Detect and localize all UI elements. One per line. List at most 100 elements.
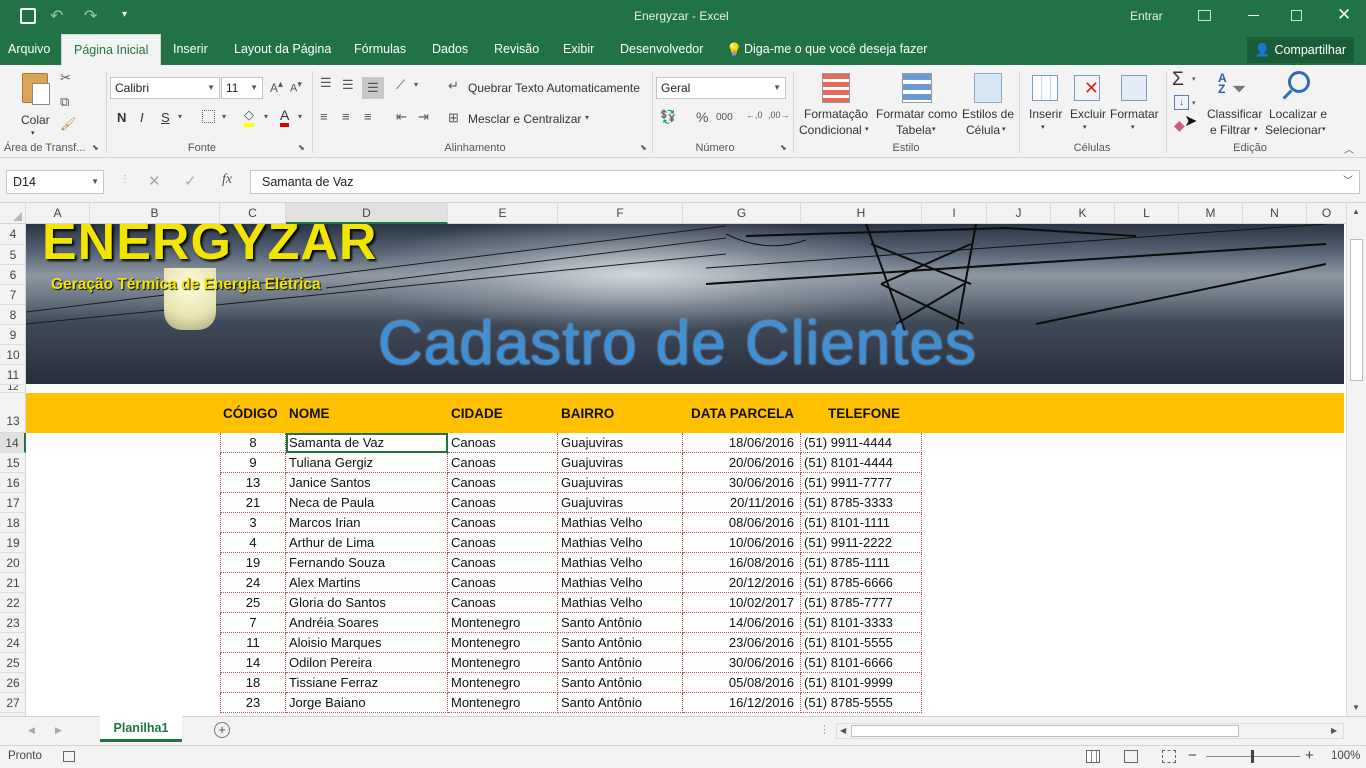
- cell-codigo[interactable]: 14: [220, 653, 286, 673]
- cell-bairro[interactable]: Santo Antônio: [558, 613, 683, 633]
- clipboard-launcher-icon[interactable]: ⬊: [92, 143, 99, 152]
- cell-cidade[interactable]: Montenegro: [448, 693, 558, 713]
- header-codigo[interactable]: CÓDIGO: [223, 406, 278, 421]
- cell-data-parcela[interactable]: 30/06/2016: [683, 473, 801, 493]
- redo-icon[interactable]: ↷: [84, 6, 97, 26]
- align-middle-icon[interactable]: ☰: [342, 77, 354, 93]
- cell-nome[interactable]: Samanta de Vaz: [286, 433, 448, 453]
- borders-dropdown-icon[interactable]: ▾: [222, 112, 226, 121]
- row-header[interactable]: 18: [0, 513, 26, 533]
- comma-style-icon[interactable]: 000: [716, 112, 733, 123]
- cell-bairro[interactable]: Mathias Velho: [558, 513, 683, 533]
- tell-me-search[interactable]: Diga-me o que você deseja fazer: [744, 34, 927, 65]
- row-header[interactable]: 12: [0, 385, 26, 393]
- row-header[interactable]: 4: [0, 224, 26, 245]
- sign-in-link[interactable]: Entrar: [1130, 9, 1163, 23]
- cell-cidade[interactable]: Canoas: [448, 573, 558, 593]
- normal-view-icon[interactable]: [1086, 750, 1100, 763]
- cell-codigo[interactable]: 9: [220, 453, 286, 473]
- format-cells-button[interactable]: Formatar ▾: [1108, 69, 1160, 139]
- cell-telefone[interactable]: (51) 8785-7777: [801, 593, 922, 613]
- increase-indent-icon[interactable]: ⇥: [418, 109, 429, 125]
- cell-bairro[interactable]: Mathias Velho: [558, 593, 683, 613]
- collapse-ribbon-icon[interactable]: ︿: [1344, 141, 1354, 156]
- row-header[interactable]: 9: [0, 325, 26, 345]
- cell-nome[interactable]: Tissiane Ferraz: [286, 673, 448, 693]
- wrap-text-icon[interactable]: ↵: [448, 78, 459, 94]
- insert-cells-button[interactable]: Inserir ▾: [1024, 69, 1066, 139]
- cell-data-parcela[interactable]: 20/06/2016: [683, 453, 801, 473]
- percent-icon[interactable]: %: [696, 109, 708, 125]
- scroll-right-icon[interactable]: ▶: [1331, 726, 1337, 735]
- cell-data-parcela[interactable]: 14/06/2016: [683, 613, 801, 633]
- row-header[interactable]: 24: [0, 633, 26, 653]
- cell-nome[interactable]: Alex Martins: [286, 573, 448, 593]
- sheet-tab-planilha1[interactable]: Planilha1: [100, 716, 182, 742]
- cell-styles-button[interactable]: Estilos de Célula ▾: [960, 69, 1016, 139]
- column-header-a[interactable]: A: [26, 203, 90, 224]
- cell-data-parcela[interactable]: 10/06/2016: [683, 533, 801, 553]
- column-header-l[interactable]: L: [1115, 203, 1179, 224]
- row-header[interactable]: 20: [0, 553, 26, 573]
- cell-codigo[interactable]: 19: [220, 553, 286, 573]
- sort-filter-button[interactable]: AZ ⏷ Classificar e Filtrar ▾: [1204, 69, 1264, 139]
- column-header-m[interactable]: M: [1179, 203, 1243, 224]
- insert-function-icon[interactable]: fx: [222, 172, 232, 188]
- cancel-icon[interactable]: ✕: [148, 172, 161, 190]
- autosum-dropdown-icon[interactable]: ▾: [1192, 75, 1196, 83]
- cell-nome[interactable]: Tuliana Gergiz: [286, 453, 448, 473]
- row-header[interactable]: 13: [0, 393, 26, 433]
- cell-telefone[interactable]: (51) 9911-7777: [801, 473, 922, 493]
- orientation-dropdown-icon[interactable]: ▾: [414, 80, 418, 89]
- row-header[interactable]: 10: [0, 345, 26, 365]
- row-header[interactable]: 11: [0, 365, 26, 385]
- cell-telefone[interactable]: (51) 8785-5555: [801, 693, 922, 713]
- decrease-indent-icon[interactable]: ⇤: [396, 109, 407, 125]
- cell-codigo[interactable]: 8: [220, 433, 286, 453]
- cell-cidade[interactable]: Canoas: [448, 513, 558, 533]
- increase-decimal-icon[interactable]: ←,0: [746, 110, 763, 120]
- shrink-font-icon[interactable]: A▾: [290, 79, 302, 95]
- tab-formulas[interactable]: Fórmulas: [354, 34, 406, 65]
- restore-icon[interactable]: [1291, 10, 1302, 21]
- underline-dropdown-icon[interactable]: ▾: [178, 112, 182, 121]
- paste-dropdown-icon[interactable]: ▾: [31, 129, 35, 137]
- cell-telefone[interactable]: (51) 8785-6666: [801, 573, 922, 593]
- align-center-icon[interactable]: ≡: [342, 109, 350, 124]
- zoom-slider-thumb[interactable]: [1251, 750, 1254, 763]
- align-left-icon[interactable]: ≡: [320, 109, 328, 124]
- row-header[interactable]: 6: [0, 265, 26, 285]
- paste-button[interactable]: Colar ▾: [18, 71, 54, 137]
- cell-codigo[interactable]: 23: [220, 693, 286, 713]
- cell-codigo[interactable]: 3: [220, 513, 286, 533]
- cell-cidade[interactable]: Canoas: [448, 433, 558, 453]
- name-box[interactable]: D14 ▼: [6, 170, 104, 194]
- underline-button[interactable]: S: [161, 110, 170, 125]
- currency-icon[interactable]: 💱: [660, 109, 676, 125]
- select-all-corner[interactable]: [0, 203, 26, 224]
- scroll-up-icon[interactable]: ▲: [1352, 207, 1360, 216]
- scroll-tabs-right-icon[interactable]: ▶: [55, 725, 62, 736]
- scroll-down-icon[interactable]: ▼: [1352, 703, 1360, 712]
- cell-data-parcela[interactable]: 08/06/2016: [683, 513, 801, 533]
- macro-record-icon[interactable]: [63, 751, 75, 762]
- zoom-out-icon[interactable]: −: [1188, 747, 1197, 764]
- cell-telefone[interactable]: (51) 8101-4444: [801, 453, 922, 473]
- cell-bairro[interactable]: Mathias Velho: [558, 553, 683, 573]
- zoom-level[interactable]: 100%: [1331, 750, 1360, 762]
- tab-data[interactable]: Dados: [432, 34, 468, 65]
- cell-data-parcela[interactable]: 30/06/2016: [683, 653, 801, 673]
- cell-nome[interactable]: Janice Santos: [286, 473, 448, 493]
- cell-telefone[interactable]: (51) 8101-1111: [801, 513, 922, 533]
- cell-bairro[interactable]: Guajuviras: [558, 433, 683, 453]
- header-telefone[interactable]: TELEFONE: [828, 406, 900, 421]
- column-header-k[interactable]: K: [1051, 203, 1115, 224]
- undo-icon[interactable]: ↶: [50, 6, 63, 26]
- decrease-decimal-icon[interactable]: ,00→: [768, 110, 790, 120]
- vertical-scrollbar[interactable]: ▲ ▼: [1346, 203, 1366, 716]
- font-name-combo[interactable]: Calibri ▼: [110, 77, 220, 99]
- column-header-j[interactable]: J: [987, 203, 1051, 224]
- header-bairro[interactable]: BAIRRO: [561, 406, 614, 421]
- cell-bairro[interactable]: Santo Antônio: [558, 673, 683, 693]
- format-painter-icon[interactable]: 🖌: [60, 116, 77, 132]
